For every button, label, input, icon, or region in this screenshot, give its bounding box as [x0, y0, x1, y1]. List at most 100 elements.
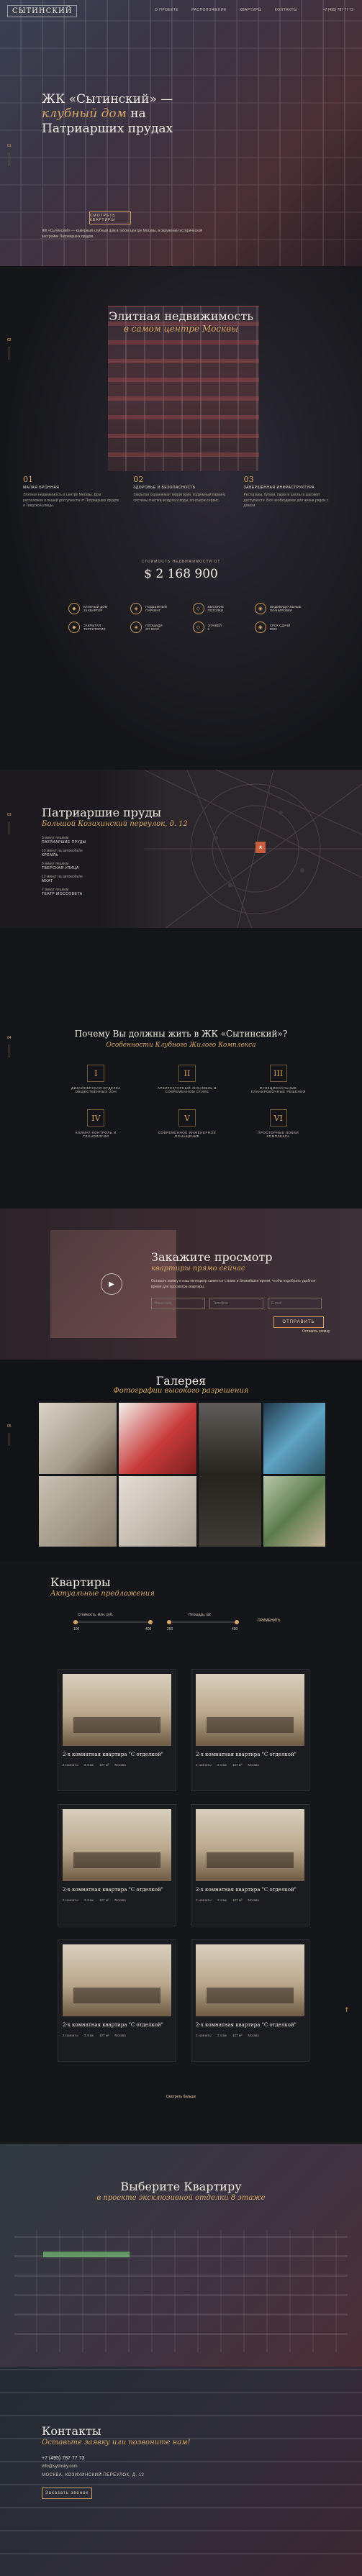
apartment-title[interactable]: 2-х комнатная квартира "С отделкой" — [196, 1887, 304, 1893]
gallery-photo[interactable] — [199, 1403, 261, 1547]
view-side-link[interactable]: Оставить заявку — [302, 1329, 330, 1334]
apartment-title[interactable]: 2-х комнатная квартира "С отделкой" — [63, 1752, 171, 1757]
contacts-address: МОСКВА, КОЗИХИНСКИЙ ПЕРЕУЛОК, Д. 12 — [42, 2473, 145, 2477]
apartment-card[interactable]: 2-х комнатная квартира "С отделкой" 2 ко… — [191, 1669, 309, 1791]
feature-title: ЗДОРОВЬЕ И БЕЗОПАСНОСТЬ — [133, 486, 196, 490]
apartment-card[interactable]: 2-х комнатная квартира "С отделкой" 2 ко… — [191, 1939, 309, 2062]
apartment-photo[interactable] — [63, 1809, 171, 1881]
apartment-floor: 3 этаж — [83, 2034, 94, 2037]
apartment-card[interactable]: 2-х комнатная квартира "С отделкой" 2 ко… — [58, 1939, 176, 2062]
why-text: ФУНКЦИОНАЛЬНЫЕ ПЛАНИРОВОЧНЫЕ РЕШЕНИЯ — [250, 1086, 306, 1093]
apartment-title[interactable]: 2-х комнатная квартира "С отделкой" — [63, 2022, 171, 2028]
slider-handle[interactable] — [148, 1620, 153, 1624]
callback-button[interactable]: Заказать звонок — [42, 2488, 92, 2499]
scroll-up-icon[interactable]: ↑ — [344, 2007, 350, 2014]
logo[interactable]: СЫТИНСКИЙ — [7, 4, 78, 17]
choose-title: Выберите Квартиру — [120, 2180, 242, 2193]
apartment-photo[interactable] — [196, 1809, 304, 1881]
view-section: ▶ Закажите просмотр квартиры прямо сейча… — [0, 1209, 362, 1360]
stat-icon: ◉ — [254, 603, 266, 614]
hero-cta-button[interactable]: СМОТРЕТЬ КВАРТИРЫ — [89, 211, 131, 224]
hero-title-line-3: Патриарших прудах — [42, 121, 173, 136]
slider-handle[interactable] — [167, 1620, 171, 1624]
why-item: VI ПРОСТОРНЫЕ ЛОББИ КОМПЛЕКСА — [232, 1109, 324, 1138]
apartments-title: Квартиры — [50, 1575, 111, 1589]
contacts-phone[interactable]: +7 (495) 787 77 73 — [42, 2456, 84, 2461]
apartment-title[interactable]: 2-х комнатная квартира "С отделкой" — [196, 1752, 304, 1757]
pager-label[interactable]: 03 — [7, 813, 12, 817]
area-slider[interactable] — [167, 1620, 239, 1624]
stat-icon: ◇ — [192, 603, 204, 614]
apartment-card[interactable]: 2-х комнатная квартира "С отделкой" 2 ко… — [58, 1804, 176, 1926]
why-numeral: IV — [87, 1109, 105, 1127]
elite-pager: 02 — [7, 338, 12, 360]
feature-number: 03 — [243, 475, 254, 484]
stat-value: ОТ 69 М² — [145, 627, 160, 631]
apartment-title[interactable]: 2-х комнатная квартира "С отделкой" — [196, 2022, 304, 2028]
stat-icon: ◈ — [130, 622, 142, 633]
location-address: Большой Козихинский переулок, д. 12 — [42, 820, 188, 828]
apartment-floor: 3 этаж — [83, 1898, 94, 1902]
gallery-subtitle: Фотографии высокого разрешения — [113, 1387, 249, 1395]
slider-handle[interactable] — [73, 1620, 78, 1624]
nav-item-contacts[interactable]: КОНТАКТЫ — [275, 8, 297, 12]
pager-label[interactable]: 01 — [7, 144, 12, 148]
view-description: Оставьте заявку и наш менеджер свяжется … — [151, 1279, 316, 1289]
email-input[interactable] — [268, 1298, 322, 1309]
header-phone[interactable]: +7 (495) 787 77 73 — [323, 8, 353, 12]
apartment-photo[interactable] — [63, 1674, 171, 1746]
apartment-rooms: 2 комнаты — [196, 1763, 212, 1767]
apartment-photo[interactable] — [196, 1674, 304, 1746]
nav-item-location[interactable]: РАСПОЛОЖЕНИЕ — [191, 8, 227, 12]
why-text: АРХИТЕКТУРНЫЙ АНСАМБЛЬ В СОВРЕМЕННОМ СТИ… — [157, 1086, 217, 1093]
hero-title: ЖК «Сытинский» — клубный дом на Патриарш… — [42, 92, 229, 136]
stat-icon: ◈ — [130, 603, 142, 614]
stat-item: ◆ КЛУБНЫЙ ДОМ 25 КВАРТИР — [68, 603, 123, 614]
name-input[interactable] — [151, 1298, 205, 1309]
view-submit-button[interactable]: ОТПРАВИТЬ — [273, 1316, 324, 1328]
feature-text: Рестораны, бутики, парки и школы в шагов… — [243, 493, 329, 508]
apartment-area: 107 м² — [232, 1898, 243, 1902]
apartment-rooms: 2 комнаты — [196, 2034, 212, 2037]
contacts-email[interactable]: info@sytinsky.com — [42, 2465, 78, 2469]
nav-item-apartments[interactable]: КВАРТИРЫ — [240, 8, 262, 12]
gallery-photo[interactable] — [263, 1403, 325, 1474]
choose-subtitle: в проекте эксклюзивной отделки 8 этаже — [96, 2194, 266, 2202]
apartment-photo[interactable] — [63, 1944, 171, 2016]
gallery-photo[interactable] — [263, 1475, 325, 1547]
stat-item: ◈ ПЛОЩАДИ ОТ 69 М² — [130, 622, 185, 633]
stat-item: ◈ ПОДЗЕМНЫЙ ПАРКИНГ — [130, 603, 185, 614]
slider-handle[interactable] — [235, 1620, 239, 1624]
choose-building-image[interactable] — [14, 2230, 348, 2352]
play-icon[interactable]: ▶ — [101, 1273, 122, 1295]
location-pager: 03 — [7, 813, 12, 834]
price-slider[interactable] — [73, 1620, 153, 1624]
gallery-photo[interactable] — [119, 1403, 197, 1474]
apartment-floor: 3 этаж — [217, 2034, 227, 2037]
gallery-photo[interactable] — [119, 1475, 197, 1547]
price-value: $ 2 168 900 — [144, 567, 218, 581]
apartment-title[interactable]: 2-х комнатная квартира "С отделкой" — [63, 1887, 171, 1893]
why-grid: I ДИЗАЙНЕРСКАЯ ОТДЕЛКА ОБЩЕСТВЕННЫХ ЗОН I… — [50, 1065, 324, 1138]
gallery-photo[interactable] — [39, 1403, 117, 1474]
apartment-card[interactable]: 2-х комнатная квартира "С отделкой" 2 ко… — [191, 1804, 309, 1926]
apartment-photo[interactable] — [196, 1944, 304, 2016]
location-section: ★ Патриаршие пруды Большой Козихинский п… — [0, 770, 362, 928]
phone-input[interactable] — [209, 1298, 263, 1309]
apartment-area: 107 м² — [99, 2034, 109, 2037]
gallery-photo[interactable] — [39, 1475, 117, 1547]
location-place: ПАТРИАРШИЕ ПРУДЫ — [42, 840, 86, 845]
location-list: 5 минут пешком ПАТРИАРШИЕ ПРУДЫ 10 минут … — [42, 836, 150, 901]
floor-highlight[interactable] — [43, 2252, 130, 2257]
pager-label[interactable]: 05 — [7, 1424, 12, 1429]
apartment-card[interactable]: 2-х комнатная квартира "С отделкой" 2 ко… — [58, 1669, 176, 1791]
pager-label[interactable]: 02 — [7, 338, 12, 342]
map-marker-icon[interactable]: ★ — [255, 842, 266, 853]
filter-apply-button[interactable]: ПРИМЕНИТЬ — [258, 1619, 281, 1623]
apartments-grid: 2-х комнатная квартира "С отделкой" 2 ко… — [58, 1669, 309, 2062]
nav-item-about[interactable]: О ПРОЕКТЕ — [155, 8, 178, 12]
price-max: 400 — [145, 1627, 152, 1631]
more-apartments-link[interactable]: Смотреть больше — [0, 2095, 362, 2099]
pager-label[interactable]: 04 — [7, 1036, 12, 1040]
apartment-area: 107 м² — [232, 2034, 243, 2037]
